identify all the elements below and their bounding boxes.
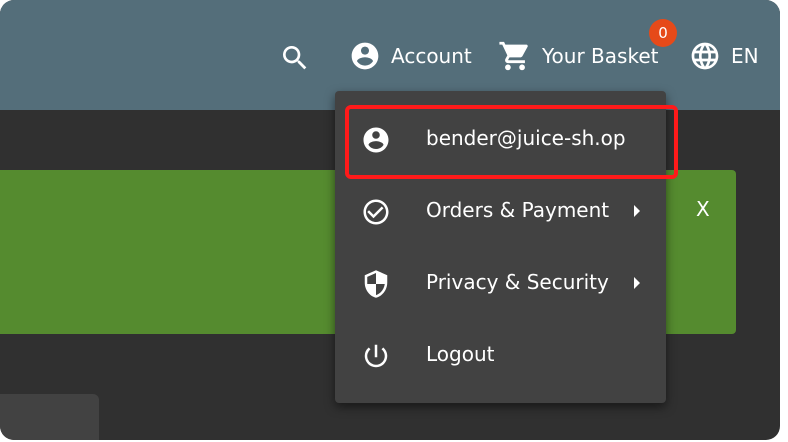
power-icon xyxy=(364,344,388,368)
chevron-right-icon xyxy=(634,277,640,289)
menu-item-label: Privacy & Security xyxy=(426,270,609,294)
menu-item-label: Orders & Payment xyxy=(426,198,610,222)
chevron-right-icon xyxy=(634,205,640,217)
shield-icon xyxy=(364,270,388,298)
app-frame: Account Your Basket EN 0 X bender@juice-… xyxy=(0,0,780,440)
language-label: EN xyxy=(731,44,759,68)
content-card xyxy=(0,394,99,440)
basket-button[interactable]: Your Basket xyxy=(498,36,658,76)
account-button[interactable]: Account xyxy=(349,36,472,76)
menu-item-orders-payment[interactable]: Orders & Payment xyxy=(335,175,666,247)
menu-item-label: Logout xyxy=(426,342,495,366)
banner-close-button[interactable]: X xyxy=(696,197,710,221)
check-circle-icon xyxy=(363,199,389,225)
shopping-cart-icon xyxy=(499,41,528,71)
highlight-box xyxy=(345,105,678,179)
account-label: Account xyxy=(391,44,472,68)
menu-item-privacy-security[interactable]: Privacy & Security xyxy=(335,247,666,319)
basket-label: Your Basket xyxy=(542,44,659,68)
language-button[interactable]: EN xyxy=(689,36,759,76)
globe-icon xyxy=(691,42,719,70)
search-icon xyxy=(283,46,307,70)
basket-count-badge: 0 xyxy=(649,19,677,47)
account-circle-icon xyxy=(351,42,379,70)
search-button[interactable] xyxy=(279,38,311,78)
menu-item-logout[interactable]: Logout xyxy=(335,319,666,391)
